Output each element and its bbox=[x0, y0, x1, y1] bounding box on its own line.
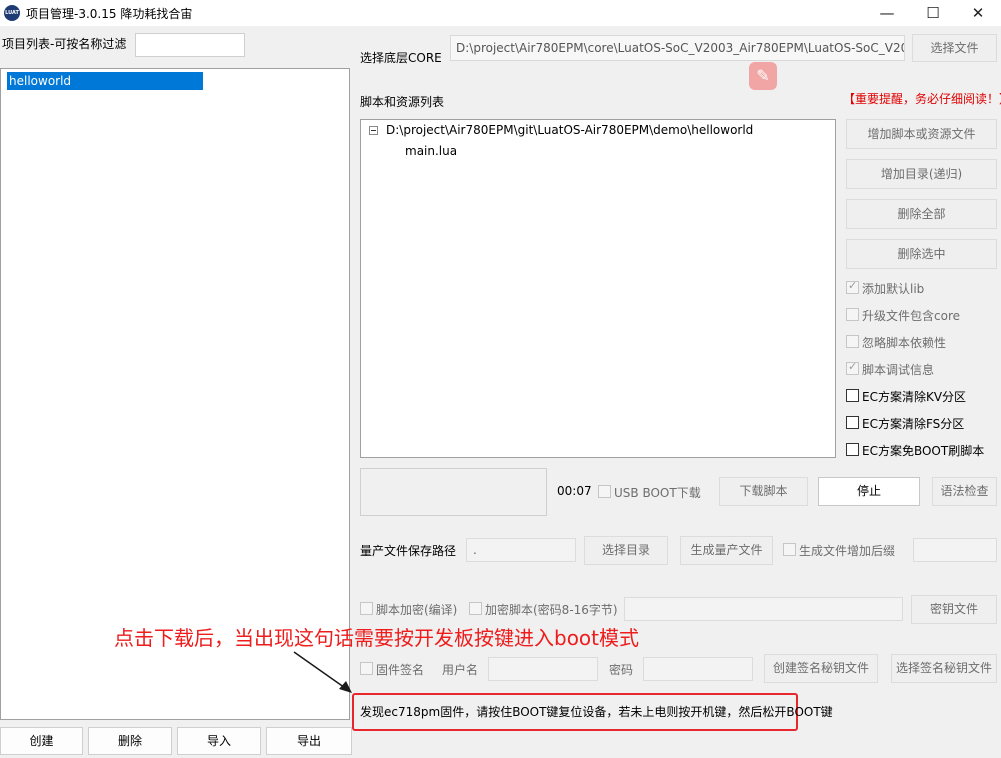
suffix-label: 生成文件增加后缀 bbox=[799, 544, 896, 558]
key-file-button[interactable]: 密钥文件 bbox=[911, 595, 997, 624]
suffix-checkbox[interactable] bbox=[783, 543, 796, 556]
compile-encrypt-label: 脚本加密(编译) bbox=[376, 603, 458, 617]
usb-boot-label: USB BOOT下载 bbox=[614, 486, 701, 500]
core-path-field[interactable]: D:\project\Air780EPM\core\LuatOS-SoC_V20… bbox=[450, 35, 905, 61]
firmware-sign-checkbox[interactable] bbox=[360, 662, 373, 675]
username-field[interactable] bbox=[488, 657, 598, 681]
encrypt-password-field[interactable] bbox=[624, 597, 903, 621]
download-script-button[interactable]: 下载脚本 bbox=[719, 477, 808, 506]
delete-selected-button[interactable]: 删除选中 bbox=[846, 239, 997, 269]
password-encrypt-checkbox[interactable] bbox=[469, 602, 482, 615]
project-filter-label: 项目列表-可按名称过滤 bbox=[2, 37, 127, 51]
password-field[interactable] bbox=[643, 657, 753, 681]
firmware-sign-label: 固件签名 bbox=[376, 663, 425, 677]
tree-root-folder[interactable]: D:\project\Air780EPM\git\LuatOS-Air780EP… bbox=[386, 123, 753, 137]
import-project-button[interactable]: 导入 bbox=[177, 727, 261, 755]
script-tree[interactable]: D:\project\Air780EPM\git\LuatOS-Air780EP… bbox=[360, 119, 836, 458]
export-project-button[interactable]: 导出 bbox=[266, 727, 352, 755]
upgrade-include-core-checkbox[interactable] bbox=[846, 308, 859, 321]
delete-project-button[interactable]: 删除 bbox=[88, 727, 172, 755]
status-message-box: 发现ec718pm固件，请按住BOOT键复位设备，若未上电则按开机键，然后松开B… bbox=[352, 693, 833, 731]
title-bar: LUAT 项目管理-3.0.15 降功耗找合宙 — ☐ ✕ bbox=[0, 0, 1001, 26]
select-sign-key-button[interactable]: 选择签名秘钥文件 bbox=[891, 654, 997, 683]
project-item-helloworld[interactable]: helloworld bbox=[7, 72, 203, 90]
usb-boot-checkbox[interactable] bbox=[598, 485, 611, 498]
status-message: 发现ec718pm固件，请按住BOOT键复位设备，若未上电则按开机键，然后松开B… bbox=[360, 705, 833, 719]
mass-path-label: 量产文件保存路径 bbox=[360, 544, 457, 558]
close-button[interactable]: ✕ bbox=[955, 0, 1001, 26]
download-progress-area bbox=[360, 468, 547, 516]
ec-no-boot-label: EC方案免BOOT刷脚本 bbox=[862, 444, 985, 458]
create-sign-key-button[interactable]: 创建签名秘钥文件 bbox=[764, 654, 878, 683]
add-directory-button[interactable]: 增加目录(递归) bbox=[846, 159, 997, 189]
syntax-check-button[interactable]: 语法检查 bbox=[932, 477, 997, 506]
annotation-text: 点击下载后，当出现这句话需要按开发板按键进入boot模式 bbox=[114, 626, 640, 650]
annotation-arrow-icon bbox=[293, 651, 352, 693]
ignore-deps-checkbox[interactable] bbox=[846, 335, 859, 348]
ignore-deps-label: 忽略脚本依赖性 bbox=[862, 336, 947, 350]
suffix-field[interactable] bbox=[913, 538, 997, 562]
delete-all-button[interactable]: 删除全部 bbox=[846, 199, 997, 229]
window-title: 项目管理-3.0.15 降功耗找合宙 bbox=[26, 7, 193, 21]
password-label: 密码 bbox=[609, 663, 634, 677]
tree-item-main-lua[interactable]: main.lua bbox=[405, 144, 457, 158]
upgrade-include-core-label: 升级文件包含core bbox=[862, 309, 960, 323]
debug-info-label: 脚本调试信息 bbox=[862, 363, 935, 377]
debug-info-checkbox[interactable] bbox=[846, 360, 859, 375]
ec-clear-fs-checkbox[interactable] bbox=[846, 416, 859, 429]
compile-encrypt-checkbox[interactable] bbox=[360, 602, 373, 615]
username-label: 用户名 bbox=[442, 663, 479, 677]
app-logo-icon: LUAT bbox=[4, 5, 20, 21]
select-core-button[interactable]: 选择文件 bbox=[912, 34, 997, 62]
select-dir-button[interactable]: 选择目录 bbox=[584, 536, 668, 565]
generate-mass-button[interactable]: 生成量产文件 bbox=[680, 536, 773, 565]
scripts-label: 脚本和资源列表 bbox=[360, 95, 445, 109]
maximize-button[interactable]: ☐ bbox=[910, 0, 956, 26]
add-files-button[interactable]: 增加脚本或资源文件 bbox=[846, 119, 997, 149]
add-default-lib-label: 添加默认lib bbox=[862, 282, 925, 296]
ec-clear-kv-checkbox[interactable] bbox=[846, 389, 859, 402]
magic-wand-icon[interactable]: ✎ bbox=[749, 62, 777, 90]
important-reminder-link[interactable]: 【重要提醒，务必仔细阅读！】 bbox=[843, 90, 1001, 107]
tree-collapse-icon[interactable] bbox=[369, 126, 378, 135]
mass-path-field[interactable]: . bbox=[466, 538, 576, 562]
core-label: 选择底层CORE bbox=[360, 51, 442, 65]
add-default-lib-checkbox[interactable] bbox=[846, 279, 859, 294]
ec-no-boot-checkbox[interactable] bbox=[846, 443, 859, 456]
stop-button[interactable]: 停止 bbox=[818, 477, 920, 506]
ec-clear-fs-label: EC方案清除FS分区 bbox=[862, 417, 965, 431]
minimize-button[interactable]: — bbox=[864, 0, 910, 26]
project-filter-input[interactable] bbox=[135, 33, 245, 57]
ec-clear-kv-label: EC方案清除KV分区 bbox=[862, 390, 967, 404]
password-encrypt-label: 加密脚本(密码8-16字节) bbox=[485, 603, 618, 617]
download-timer: 00:07 bbox=[557, 484, 592, 498]
create-project-button[interactable]: 创建 bbox=[0, 727, 83, 755]
